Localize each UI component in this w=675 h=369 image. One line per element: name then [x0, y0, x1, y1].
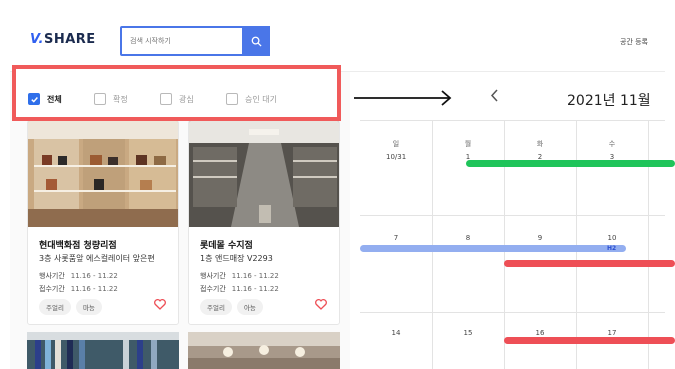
calendar-day[interactable]: 7	[386, 234, 406, 242]
filter-pending-checkbox[interactable]: 승인 대기	[226, 93, 277, 105]
calendar-day[interactable]: 10	[602, 234, 622, 242]
listing-card[interactable]: 현대백화점 청량리점 3층 사롯품앞 에스컬레이터 앞은편 행사기간 11.16 …	[27, 120, 179, 325]
filter-label: 전체	[47, 94, 62, 104]
filter-label: 광심	[179, 94, 194, 104]
chevron-left-icon	[490, 89, 498, 102]
apply-period: 접수기간 11.16 - 11.22	[39, 284, 118, 294]
calendar-day[interactable]: 9	[530, 234, 550, 242]
tag[interactable]: 주얼리	[39, 299, 71, 315]
apply-period-value: 11.16 - 11.22	[231, 285, 279, 293]
calendar-day[interactable]: 14	[386, 329, 406, 337]
tag[interactable]: 아능	[236, 299, 263, 315]
event-badge: H2	[607, 245, 617, 252]
card-tags: 주얼리 마능	[39, 299, 102, 315]
logo[interactable]: V.SHARE	[30, 32, 96, 47]
prev-month-button[interactable]	[490, 89, 499, 106]
search-input[interactable]	[130, 33, 240, 49]
card-title: 현대백화점 청량리점	[39, 241, 117, 251]
weekday-label: 수	[608, 140, 616, 148]
event-bar[interactable]	[360, 245, 626, 252]
check-icon	[30, 96, 38, 103]
logo-mark: V.	[30, 32, 44, 47]
register-space-link[interactable]: 공간 등록	[620, 37, 648, 47]
event-period-value: 11.16 - 11.22	[231, 272, 279, 280]
weekday-label: 화	[536, 140, 544, 148]
event-period-label: 행사기간	[200, 272, 226, 280]
listing-card[interactable]: 롯데몰 수지점 1층 앤드매장 V2293 행사기간 11.16 - 11.22 …	[188, 120, 340, 325]
event-period-label: 행사기간	[39, 272, 65, 280]
store-photo[interactable]	[188, 332, 340, 369]
card-subtitle: 1층 앤드매장 V2293	[200, 254, 273, 263]
weekday-label: 일	[392, 140, 400, 148]
search-button[interactable]	[242, 26, 270, 56]
calendar-day[interactable]: 15	[458, 329, 478, 337]
event-period: 행사기간 11.16 - 11.22	[39, 271, 118, 281]
calendar-day[interactable]: 8	[458, 234, 478, 242]
search-box	[120, 26, 270, 56]
event-period-value: 11.16 - 11.22	[70, 272, 118, 280]
filter-label: 확정	[113, 94, 128, 104]
checkbox-box	[94, 93, 106, 105]
store-photo	[28, 121, 178, 227]
weekday-label: 월	[464, 140, 472, 148]
calendar-day[interactable]: 17	[602, 329, 622, 337]
tag[interactable]: 마능	[75, 299, 102, 315]
calendar-day[interactable]: 16	[530, 329, 550, 337]
store-photo	[189, 121, 339, 227]
logo-text: SHARE	[43, 32, 96, 47]
event-bar[interactable]	[504, 260, 675, 267]
apply-period-label: 접수기간	[200, 285, 226, 293]
filter-all-checkbox[interactable]: 전체	[28, 93, 62, 105]
heart-icon[interactable]	[315, 299, 327, 310]
apply-period-label: 접수기간	[39, 285, 65, 293]
header	[10, 10, 665, 72]
event-period: 행사기간 11.16 - 11.22	[200, 271, 279, 281]
heart-icon[interactable]	[154, 299, 166, 310]
filter-interest-checkbox[interactable]: 광심	[160, 93, 194, 105]
card-subtitle: 3층 사롯품앞 에스컬레이터 앞은편	[39, 254, 155, 263]
search-icon	[251, 36, 262, 47]
checkbox-box	[160, 93, 172, 105]
card-tags: 주얼리 아능	[200, 299, 263, 315]
arrow-right-icon	[354, 90, 452, 106]
apply-period: 접수기간 11.16 - 11.22	[200, 284, 279, 294]
event-bar[interactable]	[466, 160, 675, 167]
filter-confirmed-checkbox[interactable]: 확정	[94, 93, 128, 105]
card-title: 롯데몰 수지점	[200, 241, 253, 251]
app-screen: { "header": { "logo_mark": "V.", "logo_t…	[0, 0, 675, 369]
filter-label: 승인 대기	[245, 94, 277, 104]
tag[interactable]: 주얼리	[200, 299, 232, 315]
checkbox-box	[28, 93, 40, 105]
month-title: 2021년 11월	[567, 93, 651, 109]
apply-period-value: 11.16 - 11.22	[70, 285, 118, 293]
store-photo[interactable]	[27, 332, 179, 369]
status-filter-bar: 전체 확정 광심 승인 대기	[12, 65, 341, 121]
event-bar[interactable]	[504, 337, 675, 344]
checkbox-box	[226, 93, 238, 105]
calendar-day[interactable]: 10/31	[386, 153, 406, 161]
